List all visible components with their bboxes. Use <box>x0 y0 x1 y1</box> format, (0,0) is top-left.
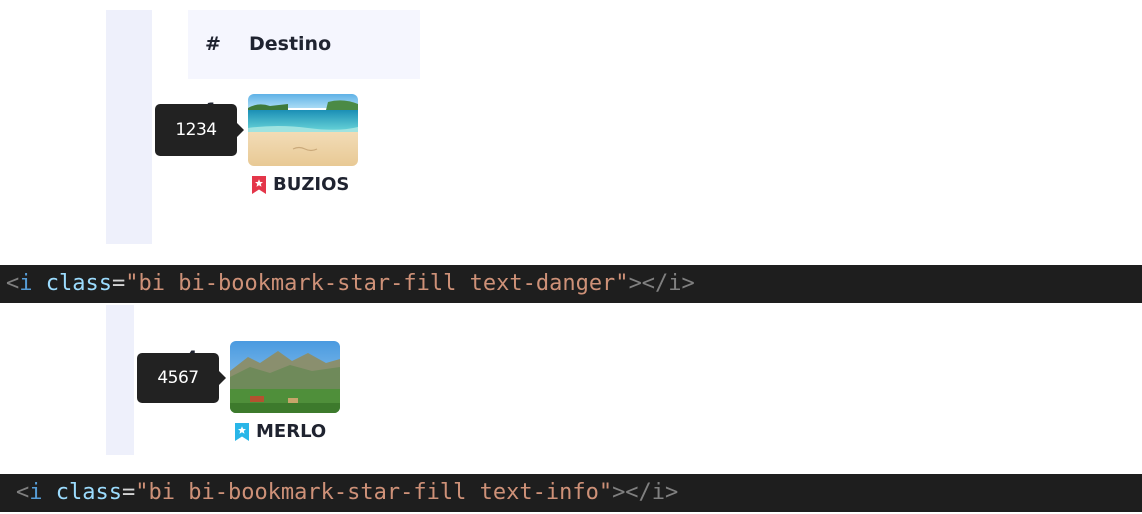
tooltip-arrow <box>219 371 226 385</box>
destination-label: BUZIOS <box>273 174 350 195</box>
code-token: ></i> <box>628 271 695 296</box>
beach-image <box>248 94 358 166</box>
tooltip-text: 1234 <box>175 120 217 140</box>
code-token: class <box>55 480 122 505</box>
destination-thumbnail-buzios[interactable] <box>248 94 358 166</box>
code-token: < <box>6 271 20 296</box>
code-line-info: <i class="bi bi-bookmark-star-fill text-… <box>0 474 1142 512</box>
code-token: "bi bi-bookmark-star-fill text-danger" <box>125 271 629 296</box>
code-token: "bi bi-bookmark-star-fill text-info" <box>135 480 613 505</box>
bookmark-star-icon <box>235 422 249 441</box>
code-token: = <box>111 271 126 296</box>
destination-name-buzios: BUZIOS <box>251 174 349 195</box>
destination-name-merlo: MERLO <box>234 421 326 442</box>
code-token: = <box>121 480 136 505</box>
column-header-number: # <box>205 33 221 55</box>
tooltip-arrow <box>237 123 244 137</box>
code-token: i <box>19 271 33 296</box>
code-token: class <box>45 271 112 296</box>
column-header-destino: Destino <box>249 33 332 55</box>
mountain-image <box>230 341 340 413</box>
code-line-danger: <i class="bi bi-bookmark-star-fill text-… <box>0 265 1142 303</box>
tooltip: 1234 <box>155 104 244 156</box>
destination-thumbnail-merlo[interactable] <box>230 341 340 413</box>
code-token: i <box>29 480 43 505</box>
code-token: ></i> <box>612 480 679 505</box>
tooltip: 4567 <box>137 353 226 403</box>
tooltip-text: 4567 <box>157 368 199 388</box>
table-column-stripe <box>106 10 152 244</box>
table-column-stripe <box>106 305 134 455</box>
bookmark-star-icon <box>252 175 266 194</box>
code-token: < <box>16 480 30 505</box>
destination-label: MERLO <box>256 421 327 442</box>
